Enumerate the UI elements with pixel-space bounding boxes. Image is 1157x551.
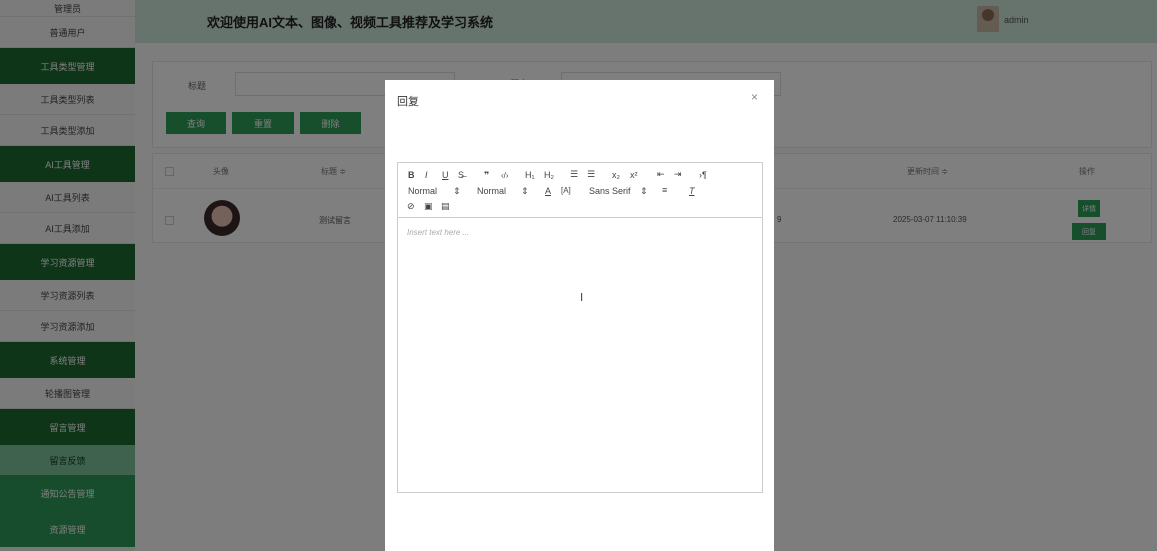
bold-icon[interactable]: B: [408, 170, 415, 180]
ordered-list-icon[interactable]: ☰: [570, 169, 578, 180]
font-select-arrow-icon[interactable]: ⇕: [640, 186, 648, 197]
header-select[interactable]: Normal: [408, 186, 437, 196]
link-icon[interactable]: ⊘: [407, 201, 415, 212]
reply-dialog: 回复 × B I U S̶ ❞ ‹/› H₁ H₂ ☰ ☰ x₂ x² ⇤ ⇥ …: [385, 80, 774, 551]
background-color-icon[interactable]: [A]: [561, 186, 571, 195]
dialog-title: 回复: [397, 96, 419, 108]
text-cursor-icon: Ⅰ: [580, 292, 584, 304]
rich-text-editor: B I U S̶ ❞ ‹/› H₁ H₂ ☰ ☰ x₂ x² ⇤ ⇥ ›¶ No…: [397, 162, 763, 493]
font-select[interactable]: Sans Serif: [589, 186, 631, 196]
italic-icon[interactable]: I: [425, 170, 428, 180]
indent-icon[interactable]: ⇥: [674, 169, 682, 180]
strike-icon[interactable]: S̶: [458, 170, 464, 180]
video-icon[interactable]: ▤: [441, 201, 450, 212]
editor-placeholder: Insert text here ...: [407, 228, 470, 237]
subscript-icon[interactable]: x₂: [612, 170, 620, 180]
superscript-icon[interactable]: x²: [630, 170, 638, 180]
header-2-icon[interactable]: H₂: [544, 170, 554, 180]
size-select-arrow-icon[interactable]: ⇕: [521, 186, 529, 197]
text-color-icon[interactable]: A: [545, 186, 551, 196]
image-icon[interactable]: ▣: [424, 201, 433, 212]
header-select-arrow-icon[interactable]: ⇕: [453, 186, 461, 197]
editor-input[interactable]: Insert text here ... Ⅰ: [398, 219, 762, 492]
text-direction-icon[interactable]: ›¶: [699, 170, 707, 180]
size-select[interactable]: Normal: [477, 186, 506, 196]
clear-format-icon[interactable]: T: [689, 186, 695, 196]
code-block-icon[interactable]: ‹/›: [501, 171, 509, 180]
underline-icon[interactable]: U: [442, 170, 449, 180]
blockquote-icon[interactable]: ❞: [484, 170, 489, 181]
close-icon[interactable]: ×: [751, 90, 758, 104]
bullet-list-icon[interactable]: ☰: [587, 169, 595, 180]
header-1-icon[interactable]: H₁: [525, 170, 535, 180]
align-icon[interactable]: ≡: [662, 185, 667, 195]
editor-toolbar: B I U S̶ ❞ ‹/› H₁ H₂ ☰ ☰ x₂ x² ⇤ ⇥ ›¶ No…: [398, 163, 762, 218]
outdent-icon[interactable]: ⇤: [657, 169, 665, 180]
